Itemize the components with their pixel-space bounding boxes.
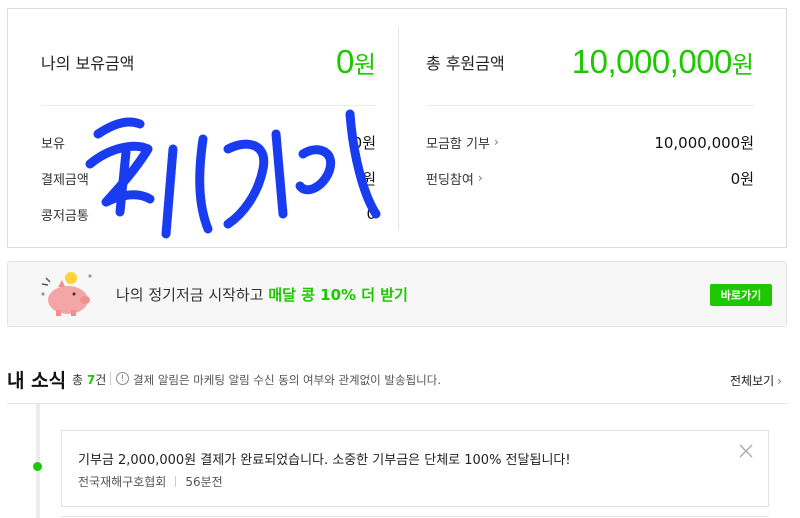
page: 나의 보유금액 0원 보유 0원 결제금액 원 콩저금통 0 총 후원금액 10… — [0, 0, 800, 518]
total-donation-unit: 원 — [731, 52, 754, 79]
total-donation-row: 총 후원금액 10,000,000원 — [426, 37, 754, 87]
divider — [7, 403, 787, 404]
donation-summary-panel: 나의 보유금액 0원 보유 0원 결제금액 원 콩저금통 0 총 후원금액 10… — [7, 8, 787, 248]
news-section-title: 내 소식 — [7, 370, 67, 392]
funding-participation-label[interactable]: 펀딩참여 › — [426, 169, 483, 188]
chevron-right-icon: › — [493, 135, 499, 149]
banner-text-highlight: 매달 콩 10% 더 받기 — [268, 286, 408, 304]
divider — [110, 372, 111, 385]
fundraiser-donation-text: 모금함 기부 — [426, 136, 490, 152]
news-item-org: 전국재해구호협회 — [78, 475, 167, 489]
holding-amount-label: 보유 — [41, 136, 65, 152]
close-icon[interactable] — [738, 443, 754, 459]
total-donation-label: 총 후원금액 — [426, 54, 505, 73]
fundraiser-donation-label[interactable]: 모금함 기부 › — [426, 133, 499, 152]
timeline-line — [36, 404, 40, 518]
info-icon: ! — [116, 372, 129, 385]
news-item-meta: 전국재해구호협회 56분전 — [78, 473, 223, 490]
holding-amount-value: 0원 — [352, 133, 376, 152]
column-divider — [398, 27, 399, 230]
timeline-dot — [33, 462, 42, 471]
payment-amount-label: 결제금액 — [41, 172, 89, 188]
banner-message: 나의 정기저금 시작하고 매달 콩 10% 더 받기 — [116, 284, 408, 305]
my-balance-unit: 원 — [353, 52, 376, 79]
holding-amount-row[interactable]: 보유 0원 — [41, 130, 376, 154]
news-count-prefix: 총 — [72, 373, 87, 387]
chevron-right-icon: › — [777, 373, 782, 388]
news-item-card[interactable]: 기부금 2,000,000원 결제가 완료되었습니다. 소중한 기부금은 단체로… — [61, 430, 769, 507]
news-count-value: 7 — [86, 373, 96, 387]
piggy-bank-icon — [41, 272, 92, 316]
savings-promo-banner: 나의 정기저금 시작하고 매달 콩 10% 더 받기 바로가기 — [7, 261, 787, 327]
news-count: 총 7건 — [72, 371, 106, 388]
bean-savings-label: 콩저금통 — [41, 208, 89, 224]
fundraiser-donation-row[interactable]: 모금함 기부 › 10,000,000원 — [426, 130, 754, 154]
payment-amount-value: 원 — [362, 169, 376, 188]
my-balance-amount: 0 — [336, 43, 354, 80]
banner-text-plain: 나의 정기저금 시작하고 — [116, 286, 269, 304]
go-button[interactable]: 바로가기 — [710, 284, 772, 306]
my-balance-label: 나의 보유금액 — [41, 54, 135, 73]
divider — [175, 476, 177, 487]
news-item-message: 기부금 2,000,000원 결제가 완료되었습니다. 소중한 기부금은 단체로… — [78, 453, 571, 468]
see-all-label: 전체보기 — [730, 374, 775, 388]
news-item-time: 56분전 — [185, 475, 223, 489]
bean-savings-row[interactable]: 콩저금통 0 — [41, 202, 376, 226]
divider — [426, 105, 754, 106]
funding-participation-text: 펀딩참여 — [426, 172, 474, 188]
chevron-right-icon: › — [477, 171, 483, 185]
total-donation-amount: 10,000,000 — [571, 43, 733, 80]
total-donation-value: 10,000,000원 — [572, 43, 754, 81]
next-card-edge — [61, 516, 769, 517]
bean-savings-value: 0 — [366, 205, 376, 223]
divider — [41, 105, 376, 106]
total-donation-column: 총 후원금액 10,000,000원 모금함 기부 › 10,000,000원 … — [426, 9, 754, 247]
news-notice-text: 결제 알림은 마케팅 알림 수신 동의 여부와 관계없이 발송됩니다. — [133, 373, 441, 387]
see-all-link[interactable]: 전체보기 › — [730, 372, 782, 389]
my-balance-value: 0원 — [336, 43, 376, 81]
funding-participation-value: 0원 — [730, 169, 754, 188]
my-balance-column: 나의 보유금액 0원 보유 0원 결제금액 원 콩저금통 0 — [41, 9, 376, 247]
payment-amount-row[interactable]: 결제금액 원 — [41, 166, 376, 190]
funding-participation-row[interactable]: 펀딩참여 › 0원 — [426, 166, 754, 190]
my-balance-row: 나의 보유금액 0원 — [41, 37, 376, 87]
news-count-suffix: 건 — [95, 373, 107, 387]
fundraiser-donation-value: 10,000,000원 — [654, 133, 754, 152]
